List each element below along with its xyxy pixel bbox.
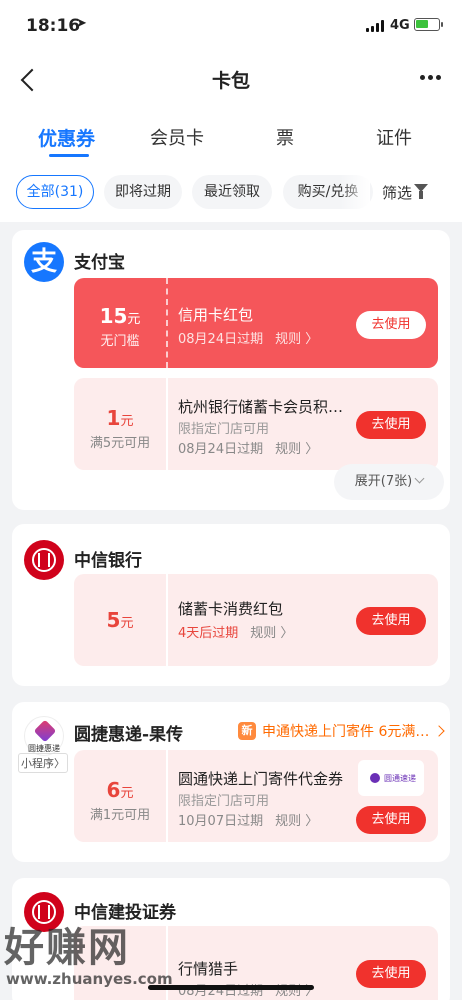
- expiry-text: 10月07日过期: [178, 814, 264, 829]
- chevron-right-icon: [433, 725, 446, 737]
- expiry-text: 08月24日过期: [178, 442, 264, 457]
- location-arrow-icon: ➤: [76, 16, 87, 31]
- coupon-amount: 15元: [74, 304, 166, 328]
- coupon-title: 圆通快递上门寄件代金券: [178, 770, 344, 788]
- amount-unit: 元: [120, 786, 134, 801]
- mini-program-tag[interactable]: 小程序〉: [18, 753, 68, 773]
- brand-name: 支付宝: [74, 253, 125, 273]
- coupon-divider: [166, 574, 168, 666]
- home-indicator[interactable]: [148, 985, 314, 990]
- coupon-title: 储蓄卡消费红包: [178, 600, 284, 618]
- coupon-scope: 限指定门店可用: [178, 794, 270, 809]
- coupon-expiry: 08月24日过期 规则 〉: [178, 328, 318, 347]
- coupon-title: 行情猎手: [178, 960, 239, 978]
- tab-coupons[interactable]: 优惠券: [38, 124, 95, 151]
- tab-tickets[interactable]: 票: [276, 124, 294, 150]
- brand-name: 圆捷惠递-果传: [74, 725, 184, 745]
- tab-bar: 优惠券 会员卡 票 证件: [0, 108, 462, 166]
- coupon-divider: [166, 278, 168, 368]
- coupon-item[interactable]: 1元 满5元可用 杭州银行储蓄卡会员积… 限指定门店可用 08月24日过期 规则 …: [74, 378, 438, 470]
- chevron-down-icon: [414, 473, 425, 484]
- coupon-title: 信用卡红包: [178, 306, 254, 324]
- more-options-icon[interactable]: [420, 75, 441, 80]
- status-bar: 18:16 ➤ 4G: [0, 0, 462, 52]
- amount-unit: 元: [120, 616, 134, 631]
- filter-chip-expiring[interactable]: 即将过期: [104, 175, 182, 209]
- amount-value: 1: [106, 406, 121, 430]
- site-watermark: 好赚网: [4, 925, 130, 971]
- coupon-scope: 限指定门店可用: [178, 422, 270, 437]
- amount-value: 5: [106, 608, 121, 632]
- battery-icon: [414, 18, 443, 31]
- coupon-condition: 无门槛: [100, 334, 140, 349]
- filter-chip-all[interactable]: 全部(31): [16, 175, 94, 209]
- coupon-group-citic-bank: 中信银行 5元 储蓄卡消费红包 4天后过期 规则 〉 去使用: [12, 524, 450, 686]
- coupon-condition: 满5元可用: [89, 436, 151, 451]
- filter-bar: 全部(31) 即将过期 最近领取 购买/兑换 筛选: [0, 166, 462, 222]
- use-button[interactable]: 去使用: [356, 960, 426, 988]
- filter-button[interactable]: 筛选: [382, 182, 412, 203]
- coupon-condition: 满1元可用: [89, 808, 151, 823]
- network-type: 4G: [390, 18, 410, 33]
- yt-logo: 圆捷惠递: [24, 716, 64, 756]
- rule-link[interactable]: 规则 〉: [275, 442, 318, 457]
- rule-link[interactable]: 规则 〉: [275, 332, 318, 347]
- active-tab-indicator: [49, 154, 89, 157]
- rule-link[interactable]: 规则 〉: [275, 814, 318, 829]
- coupon-amount: 6元: [74, 778, 166, 802]
- funnel-icon[interactable]: [414, 184, 428, 200]
- yt-thumb-text: 圆通速递: [384, 774, 416, 783]
- coupon-amount-box: 6元 满1元可用: [74, 750, 166, 842]
- coupon-amount-box: 1元 满5元可用: [74, 378, 166, 470]
- expiry-text: 4天后过期: [178, 626, 239, 641]
- alipay-logo: 支: [24, 242, 64, 282]
- status-time: 18:16: [26, 16, 81, 36]
- expiry-text: 08月24日过期: [178, 332, 264, 347]
- coupon-item[interactable]: 5元 储蓄卡消费红包 4天后过期 规则 〉 去使用: [74, 574, 438, 666]
- filter-chip-recent[interactable]: 最近领取: [192, 175, 272, 209]
- coupon-amount: 1元: [74, 406, 166, 430]
- coupon-amount-box: 5元: [74, 574, 166, 666]
- coupon-expiry: 4天后过期 规则 〉: [178, 622, 293, 641]
- coupon-item[interactable]: 6元 满1元可用 圆通快递上门寄件代金券 限指定门店可用 10月07日过期 规则 …: [74, 750, 438, 842]
- coupon-title: 杭州银行储蓄卡会员积…: [178, 398, 344, 416]
- amount-unit: 元: [127, 312, 141, 327]
- coupon-divider: [166, 378, 168, 470]
- use-button[interactable]: 去使用: [356, 311, 426, 339]
- use-button[interactable]: 去使用: [356, 607, 426, 635]
- expand-button[interactable]: 展开(7张): [334, 464, 444, 500]
- page-title: 卡包: [211, 70, 250, 92]
- nav-bar: 卡包: [0, 52, 462, 108]
- rule-link[interactable]: 规则 〉: [250, 626, 293, 641]
- yt-express-logo: 圆通速递: [358, 760, 424, 796]
- promo-banner[interactable]: 新 申通快递上门寄件 6元满…: [238, 721, 446, 741]
- coupon-expiry: 10月07日过期 规则 〉: [178, 810, 318, 829]
- chips-fade: [340, 166, 370, 222]
- promo-text: 申通快递上门寄件 6元满…: [262, 724, 430, 740]
- coupon-divider: [166, 750, 168, 842]
- citic-logo: [24, 540, 64, 580]
- amount-value: 6: [106, 778, 121, 802]
- amount-value: 15: [99, 304, 128, 328]
- coupon-expiry: 08月24日过期 规则 〉: [178, 438, 318, 457]
- tab-documents[interactable]: 证件: [376, 124, 412, 150]
- use-button[interactable]: 去使用: [356, 806, 426, 834]
- brand-name: 中信银行: [74, 551, 142, 571]
- amount-unit: 元: [120, 414, 134, 429]
- coupon-item[interactable]: 15元 无门槛 信用卡红包 08月24日过期 规则 〉 去使用: [74, 278, 438, 368]
- coupon-amount: 5元: [74, 608, 166, 632]
- new-badge: 新: [238, 722, 256, 740]
- expand-label: 展开(7张): [354, 474, 413, 489]
- use-button[interactable]: 去使用: [356, 411, 426, 439]
- coupon-amount-box: 15元 无门槛: [74, 278, 166, 368]
- tab-membership-cards[interactable]: 会员卡: [150, 124, 204, 150]
- signal-icon: [366, 20, 384, 32]
